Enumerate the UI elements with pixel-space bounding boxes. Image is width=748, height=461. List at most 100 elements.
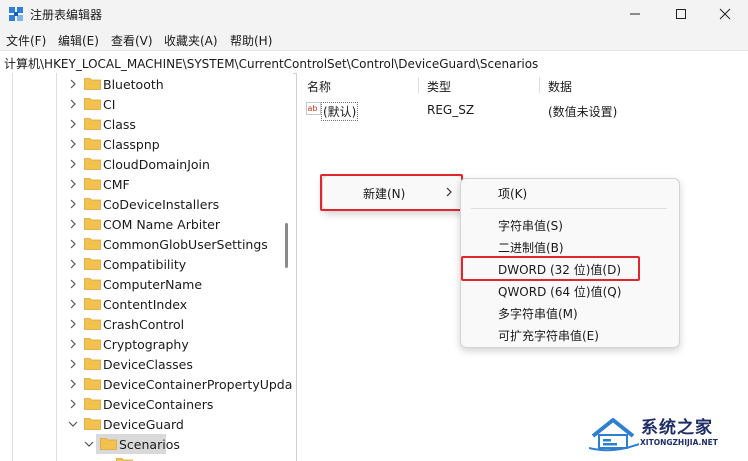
chevron-right-icon[interactable] [68,298,78,310]
tree-item-contentindex[interactable]: ContentIndex [68,294,290,314]
chevron-right-icon[interactable] [68,98,78,110]
tree-item-cryptography[interactable]: Cryptography [68,334,290,354]
value-data: (数值未设置) [548,105,618,119]
chevron-right-icon[interactable] [68,278,78,290]
chevron-right-icon[interactable] [68,378,78,390]
column-separator[interactable] [539,77,540,93]
column-separator[interactable] [418,77,419,93]
menu-item-qword-value[interactable]: QWORD (64 位)值(Q) [498,283,621,300]
folder-icon [84,78,101,90]
tree-item-label: DeviceContainerPropertyUpda [103,377,293,392]
menu-favorites[interactable]: 收藏夹(A) [164,32,218,49]
menu-view[interactable]: 查看(V) [111,32,153,49]
tree-item-bluetooth[interactable]: Bluetooth [68,74,290,94]
highlight-box-dword [461,256,640,281]
menu-item-expandable-string-value[interactable]: 可扩充字符串值(E) [498,327,599,344]
value-name-default[interactable]: (默认) [320,102,359,121]
tree-item-devicecontainers[interactable]: DeviceContainers [68,394,290,414]
tree-item-scenarios[interactable]: Scenarios [84,434,293,454]
address-path[interactable]: 计算机\HKEY_LOCAL_MACHINE\SYSTEM\CurrentCon… [4,55,538,72]
tree-item-partial[interactable] [100,454,293,461]
chevron-right-icon[interactable] [68,138,78,150]
chevron-right-icon[interactable] [68,258,78,270]
column-header-name[interactable]: 名称 [307,78,331,95]
chevron-right-icon[interactable] [68,358,78,370]
menu-file[interactable]: 文件(F) [6,32,46,49]
tree-scrollbar-thumb[interactable] [285,223,288,268]
folder-icon [84,358,101,370]
tree-item-devicecontainerpropertyupda[interactable]: DeviceContainerPropertyUpda [68,374,293,394]
tree-item-codeviceinstallers[interactable]: CoDeviceInstallers [68,194,290,214]
highlight-box-new [320,174,463,211]
menu-item-string-value[interactable]: 字符串值(S) [498,217,563,234]
chevron-right-icon[interactable] [68,118,78,130]
chevron-right-icon[interactable] [68,158,78,170]
chevron-right-icon[interactable] [68,78,78,90]
tree-item-label: ContentIndex [103,297,188,312]
chevron-right-icon[interactable] [68,198,78,210]
folder-icon [84,318,101,330]
tree-item-clouddomainjoin[interactable]: CloudDomainJoin [68,154,290,174]
column-header-data[interactable]: 数据 [548,78,572,95]
menu-help[interactable]: 帮助(H) [230,32,272,49]
folder-icon [84,258,101,270]
folder-icon [84,378,101,390]
chevron-down-icon[interactable] [84,438,94,450]
chevron-right-icon[interactable] [68,398,78,410]
column-header-type[interactable]: 类型 [427,78,451,95]
chevron-right-icon[interactable] [68,338,78,350]
tree-item-label: Bluetooth [103,77,164,92]
minimize-button[interactable] [612,0,658,28]
folder-icon [84,178,101,190]
tree-item-computername[interactable]: ComputerName [68,274,290,294]
tree-item-label: Compatibility [103,257,187,272]
chevron-right-icon[interactable] [68,178,78,190]
key-tree-pane[interactable]: Bluetooth CI Class Classpnp CloudDomainJ… [0,73,293,461]
folder-icon [84,278,101,290]
folder-icon [84,398,101,410]
folder-open-icon [84,418,101,430]
folder-icon [84,218,101,230]
tree-item-deviceguard[interactable]: DeviceGuard [68,414,290,434]
maximize-button[interactable] [658,0,704,28]
close-button[interactable] [702,0,748,28]
tree-item-com-name-arbiter[interactable]: COM Name Arbiter [68,214,290,234]
menu-edit[interactable]: 编辑(E) [58,32,99,49]
folder-icon [84,98,101,110]
tree-item-label: DeviceGuard [103,417,184,432]
title-bar: 注册表编辑器 [0,0,748,28]
tree-item-label: CloudDomainJoin [103,157,210,172]
folder-icon [84,338,101,350]
tree-guide-line [12,73,13,461]
folder-icon [116,458,133,461]
chevron-right-icon[interactable] [68,318,78,330]
tree-item-commonglobusersettings[interactable]: CommonGlobUserSettings [68,234,290,254]
menu-item-binary-value[interactable]: 二进制值(B) [498,239,564,256]
chevron-right-icon[interactable] [68,218,78,230]
tree-item-label: DeviceContainers [103,397,214,412]
tree-item-classpnp[interactable]: Classpnp [68,134,290,154]
tree-item-label: Classpnp [103,137,160,152]
folder-icon [84,138,101,150]
value-type: REG_SZ [427,103,475,117]
chevron-down-icon[interactable] [68,418,78,430]
address-bar[interactable]: 计算机\HKEY_LOCAL_MACHINE\SYSTEM\CurrentCon… [0,50,748,74]
tree-item-label: DeviceClasses [103,357,193,372]
tree-item-ci[interactable]: CI [68,94,290,114]
chevron-right-icon[interactable] [68,238,78,250]
tree-item-class[interactable]: Class [68,114,290,134]
menu-item-multi-string-value[interactable]: 多字符串值(M) [498,305,578,322]
close-icon [719,8,731,20]
menu-separator [471,208,667,209]
folder-icon [84,238,101,250]
tree-item-deviceclasses[interactable]: DeviceClasses [68,354,290,374]
tree-item-label: Class [103,117,136,132]
tree-item-label: CommonGlobUserSettings [103,237,268,252]
menu-item-key[interactable]: 项(K) [498,185,527,202]
tree-item-compatibility[interactable]: Compatibility [68,254,290,274]
tree-item-label: CMF [103,177,130,192]
folder-icon [84,158,101,170]
tree-item-cmf[interactable]: CMF [68,174,290,194]
tree-item-crashcontrol[interactable]: CrashControl [68,314,290,334]
maximize-icon [676,9,686,19]
